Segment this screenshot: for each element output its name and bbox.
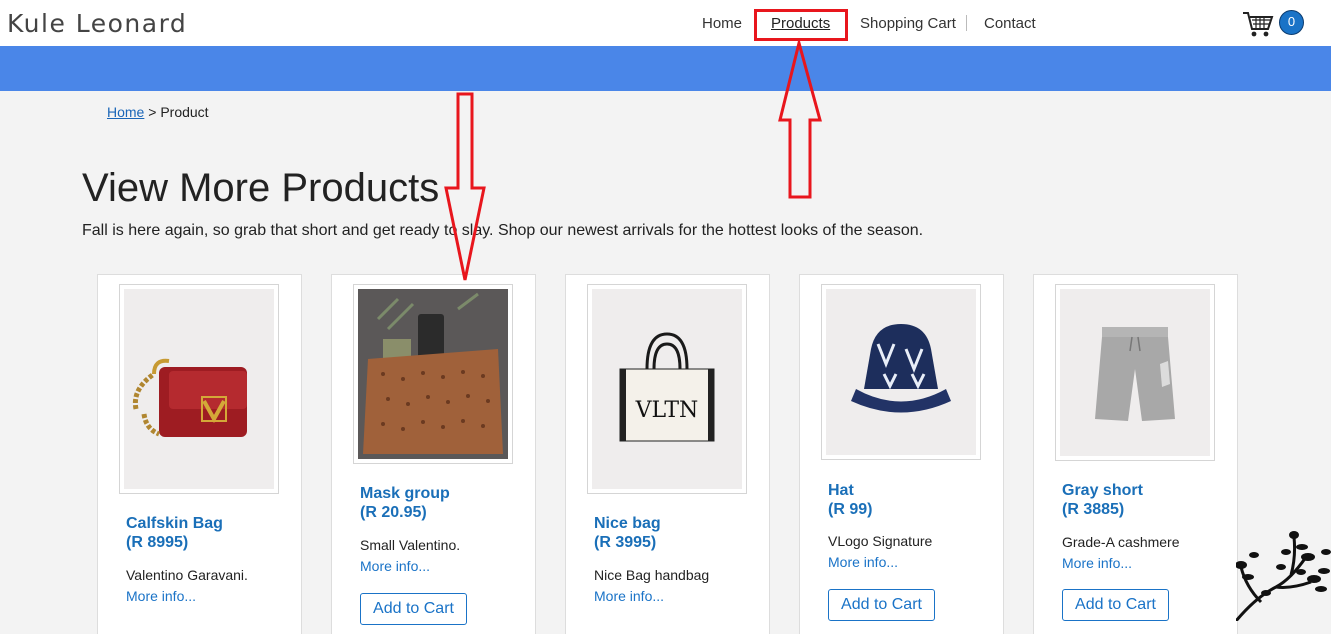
- annotation-highlight-box: [754, 9, 848, 41]
- product-price: (R 3995): [594, 534, 657, 551]
- page-subtitle: Fall is here again, so grab that short a…: [82, 222, 924, 239]
- product-image-frame[interactable]: [821, 284, 981, 460]
- leather-pouch-image: [358, 289, 508, 459]
- product-name[interactable]: Nice bag: [594, 514, 661, 533]
- breadcrumb-home-link[interactable]: Home: [107, 104, 144, 120]
- product-card: Mask group (R 20.95) Small Valentino. Mo…: [331, 274, 536, 634]
- product-description: VLogo Signature: [828, 533, 933, 549]
- product-price: (R 20.95): [360, 504, 427, 521]
- breadcrumb-separator: >: [148, 104, 157, 120]
- page-title: View More Products: [82, 166, 440, 210]
- tree-silhouette-icon: [1236, 531, 1331, 621]
- more-info-link[interactable]: More info...: [594, 588, 664, 604]
- bucket-hat-image: [826, 289, 976, 455]
- more-info-link[interactable]: More info...: [828, 554, 898, 570]
- product-name[interactable]: Calfskin Bag: [126, 514, 223, 533]
- add-to-cart-button[interactable]: Add to Cart: [360, 593, 467, 625]
- product-price: (R 3885): [1062, 501, 1125, 518]
- more-info-link[interactable]: More info...: [1062, 555, 1132, 571]
- product-name[interactable]: Mask group: [360, 484, 450, 503]
- annotation-arrow-up-icon: [778, 40, 822, 199]
- shopping-cart-icon[interactable]: [1242, 10, 1274, 38]
- more-info-link[interactable]: More info...: [360, 558, 430, 574]
- product-name[interactable]: Gray short: [1062, 481, 1143, 500]
- product-card: Gray short (R 3885) Grade-A cashmere Mor…: [1033, 274, 1238, 634]
- product-image-frame[interactable]: [353, 284, 513, 464]
- product-image-frame[interactable]: VLTN: [587, 284, 747, 494]
- product-image-frame[interactable]: [1055, 284, 1215, 461]
- product-description: Nice Bag handbag: [594, 567, 710, 583]
- product-card: Calfskin Bag (R 8995) Valentino Garavani…: [97, 274, 302, 634]
- add-to-cart-button[interactable]: Add to Cart: [1062, 589, 1169, 621]
- top-navigation-bar: Kule Leonard Home Products Shopping Cart…: [0, 0, 1331, 46]
- site-brand[interactable]: Kule Leonard: [7, 9, 187, 38]
- breadcrumb-current: Product: [160, 104, 209, 120]
- red-handbag-image: [124, 289, 274, 489]
- add-to-cart-button[interactable]: Add to Cart: [828, 589, 935, 621]
- product-name[interactable]: Hat: [828, 481, 854, 500]
- nav-shopping-cart[interactable]: Shopping Cart: [860, 15, 956, 32]
- blue-banner: [0, 46, 1331, 91]
- product-card: Hat (R 99) VLogo Signature More info... …: [799, 274, 1004, 634]
- product-image-frame[interactable]: [119, 284, 279, 494]
- product-description: Valentino Garavani.: [126, 567, 248, 583]
- annotation-arrow-down-icon: [444, 92, 486, 281]
- gray-shorts-image: [1060, 289, 1210, 456]
- product-price: (R 99): [828, 501, 873, 518]
- more-info-link[interactable]: More info...: [126, 588, 196, 604]
- nav-divider: [966, 15, 967, 31]
- product-description: Grade-A cashmere: [1062, 534, 1180, 550]
- breadcrumb: Home > Product: [107, 104, 209, 120]
- product-price: (R 8995): [126, 534, 189, 551]
- nav-contact[interactable]: Contact: [984, 15, 1036, 32]
- tote-bag-image: VLTN: [592, 289, 742, 489]
- nav-home[interactable]: Home: [702, 15, 742, 32]
- product-card: VLTN Nice bag (R 3995) Nice Bag handbag …: [565, 274, 770, 634]
- product-description: Small Valentino.: [360, 537, 461, 553]
- svg-text:VLTN: VLTN: [635, 398, 699, 423]
- cart-count-badge[interactable]: 0: [1279, 10, 1304, 35]
